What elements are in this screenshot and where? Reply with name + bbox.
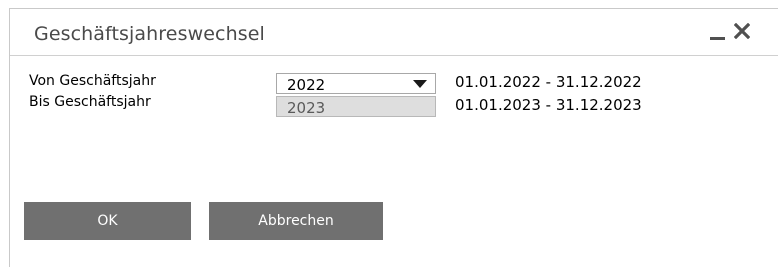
from-fiscal-year-value: 2022: [287, 76, 326, 94]
from-fiscal-year-select[interactable]: 2022: [276, 73, 436, 94]
close-button[interactable]: [732, 19, 754, 43]
minimize-button[interactable]: [708, 19, 730, 43]
minimize-icon: [710, 37, 725, 40]
dialog-title: Geschäftsjahreswechsel: [34, 23, 265, 45]
from-fiscal-year-label: Von Geschäftsjahr: [29, 73, 156, 89]
from-fiscal-year-range: 01.01.2022 - 31.12.2022: [455, 73, 642, 91]
fiscal-year-change-dialog: Geschäftsjahreswechsel Von Geschäftsjahr…: [9, 8, 778, 267]
dialog-content: Von Geschäftsjahr 2022 01.01.2022 - 31.1…: [10, 56, 778, 268]
dialog-titlebar[interactable]: Geschäftsjahreswechsel: [10, 9, 778, 56]
close-icon: [734, 23, 750, 39]
to-fiscal-year-value: 2023: [287, 99, 326, 117]
to-fiscal-year-label: Bis Geschäftsjahr: [29, 94, 151, 110]
to-fiscal-year-field: 2023: [276, 96, 436, 117]
cancel-button[interactable]: Abbrechen: [209, 202, 383, 240]
to-fiscal-year-range: 01.01.2023 - 31.12.2023: [455, 96, 642, 114]
ok-button[interactable]: OK: [24, 202, 191, 240]
dropdown-arrow-icon: [413, 80, 427, 88]
